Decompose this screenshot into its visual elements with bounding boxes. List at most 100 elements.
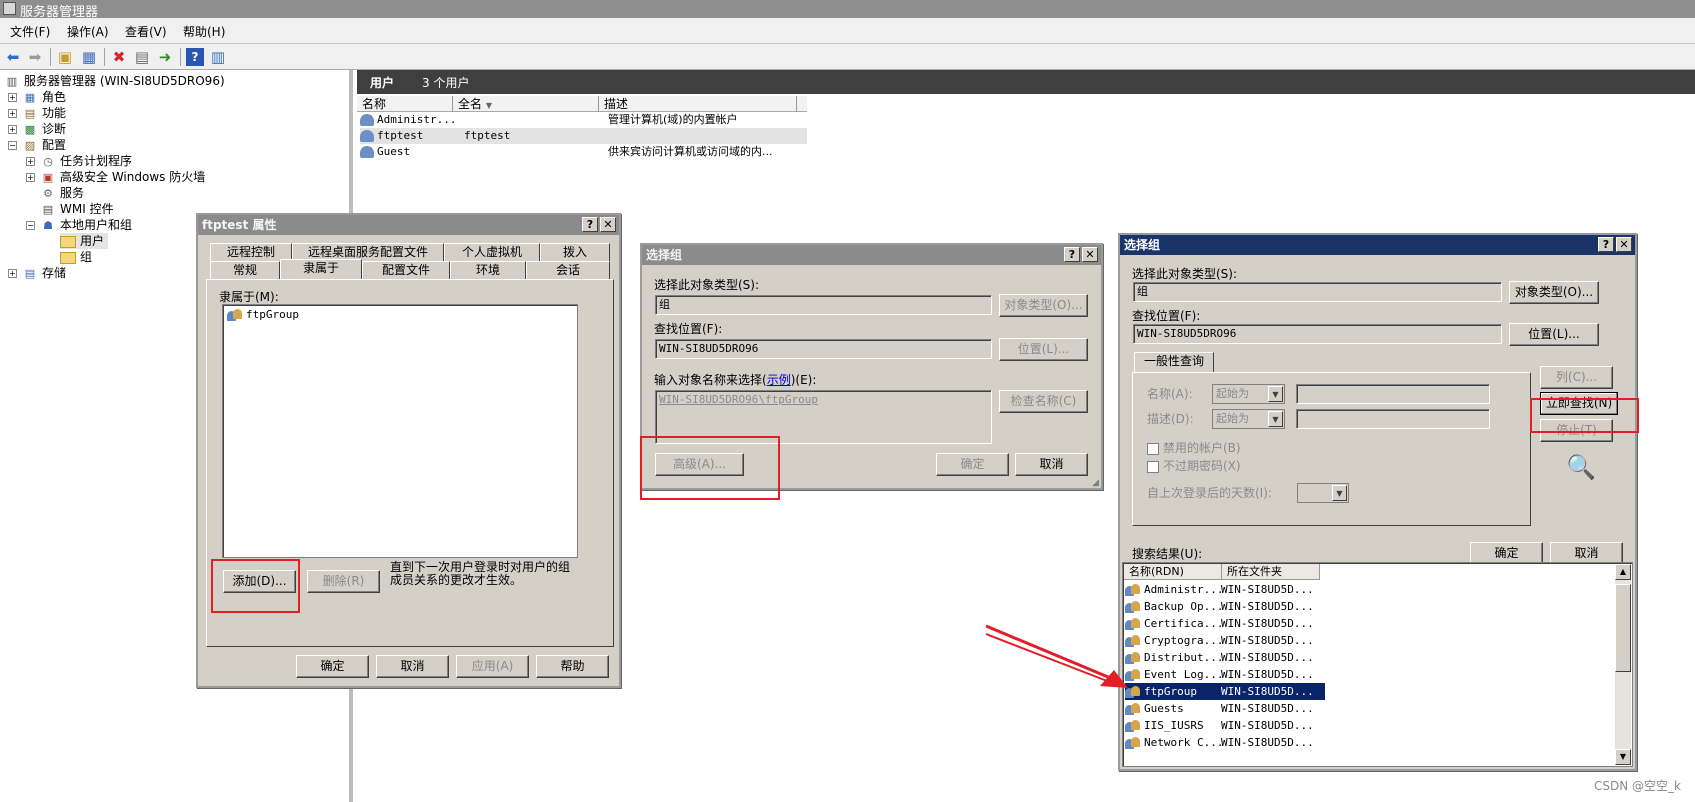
menu-view[interactable]: 查看(V) bbox=[125, 23, 167, 40]
table-row[interactable]: Guests WIN-SI8UD5D... bbox=[1125, 700, 1325, 717]
tree-node-root[interactable]: ▥ 服务器管理器 (WIN-SI8UD5DRO96) bbox=[4, 73, 225, 89]
expand-icon[interactable]: + bbox=[8, 125, 17, 134]
ok-button[interactable]: 确定 bbox=[296, 655, 369, 678]
menu-action[interactable]: 操作(A) bbox=[67, 23, 109, 40]
result-folder: WIN-SI8UD5D... bbox=[1221, 651, 1314, 664]
tree-node-storage[interactable]: + ▤ 存储 bbox=[8, 265, 66, 281]
help-icon[interactable]: ? bbox=[1598, 237, 1614, 252]
table-row[interactable]: Administr... 管理计算机(域)的内置帐户 bbox=[360, 112, 807, 128]
column-rdn[interactable]: 名称(RDN) bbox=[1124, 564, 1222, 580]
collapse-icon[interactable]: − bbox=[26, 221, 35, 230]
column-fullname[interactable]: 全名 ▼ bbox=[453, 96, 599, 112]
apply-button[interactable]: 应用(A) bbox=[456, 655, 529, 678]
table-row[interactable]: Network C... WIN-SI8UD5D... bbox=[1125, 734, 1325, 751]
tree-node-task-scheduler[interactable]: + ◷ 任务计划程序 bbox=[26, 153, 132, 169]
days-since-logon-combo[interactable]: ▼ bbox=[1297, 483, 1349, 503]
forward-icon[interactable]: ➡ bbox=[26, 48, 44, 66]
tree-node-services[interactable]: ⚙ 服务 bbox=[40, 185, 84, 201]
tab-sessions[interactable]: 会话 bbox=[526, 261, 610, 279]
cancel-button[interactable]: 取消 bbox=[376, 655, 449, 678]
close-icon[interactable]: ✕ bbox=[1616, 237, 1632, 252]
tab-dial-in[interactable]: 拨入 bbox=[540, 243, 610, 261]
resize-grip-icon[interactable]: ◢ bbox=[1092, 478, 1099, 488]
tree-node-diagnostics[interactable]: + ▩ 诊断 bbox=[8, 121, 66, 137]
properties-icon[interactable]: ▤ bbox=[133, 48, 151, 66]
show-hide-tree-icon[interactable]: ▦ bbox=[80, 48, 98, 66]
ok-button[interactable]: 确定 bbox=[936, 453, 1009, 476]
table-row[interactable]: IIS_IUSRS WIN-SI8UD5D... bbox=[1125, 717, 1325, 734]
non-expiring-password-checkbox[interactable]: 不过期密码(X) bbox=[1147, 457, 1241, 474]
object-types-button[interactable]: 对象类型(O)... bbox=[1509, 281, 1599, 304]
menu-help[interactable]: 帮助(H) bbox=[183, 23, 225, 40]
tab-general[interactable]: 常规 bbox=[210, 261, 280, 279]
expand-icon[interactable]: + bbox=[8, 93, 17, 102]
list-item[interactable]: ftpGroup bbox=[227, 308, 299, 322]
column-description[interactable]: 描述 bbox=[599, 96, 797, 112]
locations-button[interactable]: 位置(L)... bbox=[999, 338, 1088, 361]
table-row[interactable]: Cryptogra... WIN-SI8UD5D... bbox=[1125, 632, 1325, 649]
close-icon[interactable]: ✕ bbox=[600, 217, 616, 232]
view-icon[interactable]: ▥ bbox=[209, 48, 227, 66]
scroll-up-icon[interactable]: ▲ bbox=[1615, 564, 1631, 580]
table-row[interactable]: ftpGroup WIN-SI8UD5D... bbox=[1125, 683, 1325, 700]
column-folder[interactable]: 所在文件夹 bbox=[1222, 564, 1320, 580]
user-properties-dialog: ftptest 属性 ? ✕ 远程控制 远程桌面服务配置文件 个人虚拟机 拨入 … bbox=[196, 213, 621, 688]
menu-file[interactable]: 文件(F) bbox=[10, 23, 50, 40]
search-results-list[interactable]: 名称(RDN) 所在文件夹 Administr... WIN-SI8UD5D...… bbox=[1122, 562, 1633, 767]
tree-node-configuration[interactable]: − ▨ 配置 bbox=[8, 137, 66, 153]
help-icon[interactable]: ? bbox=[186, 48, 204, 66]
collapse-icon[interactable]: − bbox=[8, 141, 17, 150]
object-types-button[interactable]: 对象类型(O)... bbox=[999, 294, 1088, 317]
table-row[interactable]: Administr... WIN-SI8UD5D... bbox=[1125, 581, 1325, 598]
export-icon[interactable]: ➜ bbox=[156, 48, 174, 66]
table-row[interactable]: Backup Op... WIN-SI8UD5D... bbox=[1125, 598, 1325, 615]
cancel-button[interactable]: 取消 bbox=[1015, 453, 1088, 476]
delete-icon[interactable]: ✖ bbox=[110, 48, 128, 66]
tab-common-queries[interactable]: 一般性查询 bbox=[1134, 352, 1214, 372]
expand-icon[interactable]: + bbox=[26, 157, 35, 166]
tree-node-features[interactable]: + ▤ 功能 bbox=[8, 105, 66, 121]
name-query-field[interactable] bbox=[1296, 384, 1490, 404]
tree-node-groups[interactable]: 组 bbox=[60, 249, 92, 265]
tree-node-roles[interactable]: + ▦ 角色 bbox=[8, 89, 66, 105]
description-match-combo[interactable]: 起始为 ▼ bbox=[1212, 409, 1285, 429]
expand-icon[interactable]: + bbox=[8, 109, 17, 118]
up-folder-icon[interactable]: ▣ bbox=[56, 48, 74, 66]
table-row[interactable]: Event Log... WIN-SI8UD5D... bbox=[1125, 666, 1325, 683]
tab-personal-vm[interactable]: 个人虚拟机 bbox=[444, 243, 540, 261]
server-icon: ▥ bbox=[6, 74, 18, 88]
tab-profile[interactable]: 配置文件 bbox=[362, 261, 450, 279]
disabled-accounts-checkbox[interactable]: 禁用的帐户(B) bbox=[1147, 439, 1241, 456]
help-icon[interactable]: ? bbox=[1064, 247, 1080, 262]
tab-member-of[interactable]: 隶属于 bbox=[280, 259, 362, 279]
table-row[interactable]: Certifica... WIN-SI8UD5D... bbox=[1125, 615, 1325, 632]
scroll-thumb[interactable] bbox=[1615, 584, 1631, 672]
expand-icon[interactable]: + bbox=[26, 173, 35, 182]
column-name[interactable]: 名称 bbox=[357, 96, 453, 112]
help-icon[interactable]: ? bbox=[582, 217, 598, 232]
name-match-combo[interactable]: 起始为 ▼ bbox=[1212, 384, 1285, 404]
results-scrollbar[interactable]: ▲ ▼ bbox=[1615, 564, 1631, 765]
expand-icon[interactable]: + bbox=[8, 269, 17, 278]
tree-node-firewall[interactable]: + ▣ 高级安全 Windows 防火墙 bbox=[26, 169, 205, 185]
table-row[interactable]: ftptest ftptest bbox=[360, 128, 807, 144]
tree-node-users[interactable]: 用户 bbox=[60, 233, 109, 249]
locations-button[interactable]: 位置(L)... bbox=[1509, 323, 1599, 346]
description-query-field[interactable] bbox=[1296, 409, 1490, 429]
tree-node-wmi[interactable]: ▤ WMI 控件 bbox=[40, 201, 114, 217]
back-icon[interactable]: ⬅ bbox=[4, 48, 22, 66]
check-names-button[interactable]: 检查名称(C) bbox=[999, 390, 1088, 413]
search-icon: 🔍 bbox=[1566, 453, 1596, 481]
table-row[interactable]: Distribut... WIN-SI8UD5D... bbox=[1125, 649, 1325, 666]
examples-link[interactable]: 示例 bbox=[767, 373, 791, 387]
tree-node-local-users-groups[interactable]: − ☗ 本地用户和组 bbox=[26, 217, 132, 233]
scroll-down-icon[interactable]: ▼ bbox=[1615, 749, 1631, 765]
columns-button[interactable]: 列(C)... bbox=[1540, 366, 1613, 389]
tab-environment[interactable]: 环境 bbox=[450, 261, 526, 279]
close-icon[interactable]: ✕ bbox=[1082, 247, 1098, 262]
member-of-list[interactable]: ftpGroup bbox=[222, 304, 578, 558]
member-of-label: 隶属于(M): bbox=[219, 290, 279, 304]
table-row[interactable]: Guest 供来宾访问计算机或访问域的内... bbox=[360, 144, 807, 160]
help-button[interactable]: 帮助 bbox=[536, 655, 609, 678]
remove-button[interactable]: 删除(R) bbox=[307, 570, 380, 593]
